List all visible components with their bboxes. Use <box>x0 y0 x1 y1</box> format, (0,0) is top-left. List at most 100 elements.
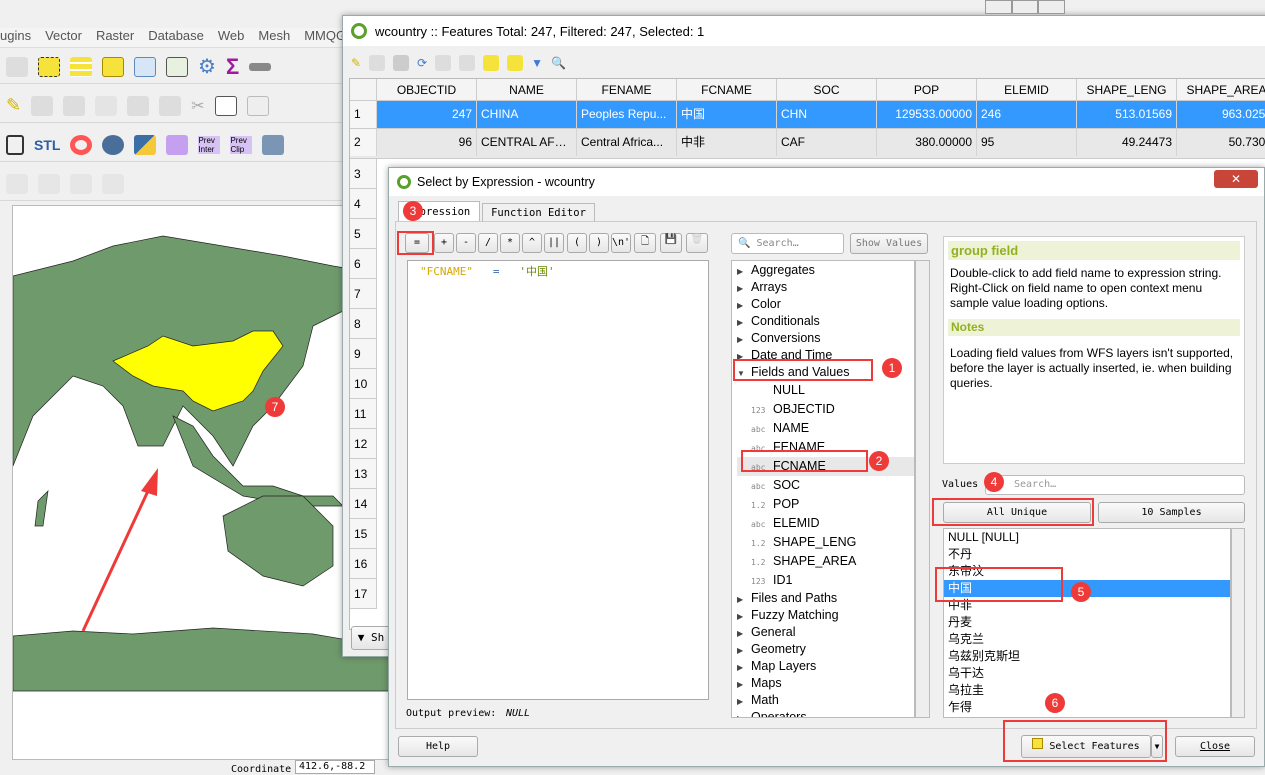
column-header[interactable]: SHAPE_AREA <box>1177 79 1265 101</box>
column-header[interactable]: ELEMID <box>977 79 1077 101</box>
row-number[interactable]: 13 <box>350 459 377 489</box>
function-group[interactable]: ▶ Conversions <box>737 330 914 347</box>
copy-icon[interactable] <box>214 95 237 116</box>
row-number[interactable]: 10 <box>350 369 377 399</box>
expand-icon[interactable]: ▶ <box>737 331 751 348</box>
close-button[interactable] <box>1038 0 1066 14</box>
statistics-icon[interactable]: Σ <box>226 54 239 80</box>
menu-raster[interactable]: Raster <box>96 28 134 43</box>
column-header[interactable]: FCNAME <box>677 79 777 101</box>
menu-mmqgis[interactable]: MMQG <box>304 28 342 43</box>
menu-web[interactable]: Web <box>218 28 245 43</box>
expand-icon[interactable]: ▶ <box>737 314 751 331</box>
row-number[interactable]: 5 <box>350 219 377 249</box>
identify-icon[interactable] <box>6 56 28 77</box>
expand-icon[interactable]: ▶ <box>737 625 751 642</box>
digitize-icon[interactable] <box>70 173 92 194</box>
function-group[interactable]: ▶ Files and Paths <box>737 590 914 607</box>
maximize-button[interactable] <box>1011 0 1039 14</box>
function-group[interactable]: ▶ Aggregates <box>737 262 914 279</box>
select-by-expression-icon[interactable] <box>70 56 92 77</box>
function-group[interactable]: ▶ Color <box>737 296 914 313</box>
value-item[interactable]: NULL [NULL] <box>944 529 1230 546</box>
digitize-icon[interactable] <box>6 173 28 194</box>
operator-button[interactable]: ) <box>589 233 609 253</box>
function-group[interactable]: ▶ Math <box>737 692 914 709</box>
column-header[interactable]: FENAME <box>577 79 677 101</box>
zoom-to-selection-icon[interactable]: 🔍 <box>551 56 566 70</box>
stl-button[interactable]: STL <box>34 137 60 153</box>
prev-inter-button[interactable]: Prev Inter <box>198 135 221 154</box>
select-all-icon[interactable] <box>507 55 524 71</box>
operator-button[interactable]: + <box>434 233 454 253</box>
expand-icon[interactable]: ▶ <box>737 591 751 608</box>
expand-icon[interactable]: ▶ <box>737 297 751 314</box>
expand-icon[interactable]: ▶ <box>737 608 751 625</box>
function-group[interactable]: ▶ General <box>737 624 914 641</box>
new-file-button[interactable]: 🗋 <box>634 233 656 253</box>
function-group[interactable]: ▶ Geometry <box>737 641 914 658</box>
row-number[interactable]: 15 <box>350 519 377 549</box>
operator-button[interactable]: ^ <box>522 233 542 253</box>
field-item[interactable]: 1.2 SHAPE_LENG <box>737 533 914 552</box>
cut-icon[interactable]: ✂ <box>191 96 204 116</box>
delete-icon[interactable] <box>159 95 182 116</box>
grid-icon[interactable] <box>6 134 24 155</box>
expand-icon[interactable]: ▶ <box>737 710 751 717</box>
column-header[interactable]: NAME <box>477 79 577 101</box>
column-header[interactable]: SOC <box>777 79 877 101</box>
field-calculator-icon[interactable] <box>166 56 188 77</box>
modify-attributes-icon[interactable] <box>127 95 150 116</box>
values-search-input[interactable]: Search… <box>985 475 1245 495</box>
digitize-icon[interactable] <box>38 173 60 194</box>
value-item[interactable]: 乌干达 <box>944 665 1230 682</box>
digitize-icon[interactable] <box>102 173 124 194</box>
operator-button[interactable]: ( <box>567 233 587 253</box>
menu-plugins[interactable]: ugins <box>0 28 31 43</box>
row-number[interactable]: 6 <box>350 249 377 279</box>
paste-icon[interactable] <box>246 95 269 116</box>
filter-icon[interactable]: ▼ <box>531 56 543 70</box>
map-canvas[interactable] <box>12 205 394 760</box>
function-group[interactable]: ▶ Arrays <box>737 279 914 296</box>
expand-icon[interactable]: ▶ <box>737 659 751 676</box>
add-feature-icon[interactable] <box>435 55 452 71</box>
row-number[interactable]: 9 <box>350 339 377 369</box>
save-edits-icon[interactable] <box>31 95 54 116</box>
field-item[interactable]: 1.2 POP <box>737 495 914 514</box>
operator-button[interactable]: / <box>478 233 498 253</box>
value-item[interactable]: 乌兹别克斯坦 <box>944 648 1230 665</box>
save-expression-button[interactable]: 💾 <box>660 233 682 253</box>
field-item[interactable]: 123 ID1 <box>737 571 914 590</box>
multi-edit-icon[interactable] <box>369 55 386 71</box>
show-values-button[interactable]: Show Values <box>850 233 928 254</box>
table-row[interactable]: 2 96 CENTRAL AFR... Central Africa... 中非… <box>350 129 1265 159</box>
field-item[interactable]: abc ELEMID <box>737 514 914 533</box>
delete-expression-button[interactable]: 🗑 <box>686 233 708 253</box>
expand-icon[interactable]: ▶ <box>737 280 751 297</box>
save-icon[interactable] <box>393 55 410 71</box>
function-group[interactable]: ▶Operators <box>737 709 914 717</box>
table-row-selected[interactable]: 1 247 CHINA Peoples Repu... 中国 CHN 12953… <box>350 101 1265 129</box>
help-button[interactable]: Help <box>398 736 478 757</box>
row-number[interactable]: 17 <box>350 579 377 609</box>
row-number[interactable]: 4 <box>350 189 377 219</box>
menu-vector[interactable]: Vector <box>45 28 82 43</box>
operator-button[interactable]: - <box>456 233 476 253</box>
ten-samples-button[interactable]: 10 Samples <box>1098 502 1245 523</box>
row-number[interactable]: 14 <box>350 489 377 519</box>
field-item[interactable]: abc NAME <box>737 419 914 438</box>
row-number[interactable]: 11 <box>350 399 377 429</box>
column-header[interactable]: SHAPE_LENG <box>1077 79 1177 101</box>
operator-button[interactable]: \n' <box>611 233 631 253</box>
expression-editor[interactable]: "FCNAME" = '中国' <box>407 260 709 700</box>
attribute-table-icon[interactable] <box>134 56 156 77</box>
select-by-expression-icon[interactable] <box>483 55 500 71</box>
row-number[interactable]: 8 <box>350 309 377 339</box>
expand-icon[interactable]: ▶ <box>737 693 751 710</box>
operator-button[interactable]: * <box>500 233 520 253</box>
print-icon[interactable] <box>262 134 285 155</box>
function-group[interactable]: ▶ Map Layers <box>737 658 914 675</box>
column-header[interactable]: POP <box>877 79 977 101</box>
toggle-editing-icon[interactable]: ✎ <box>351 56 361 70</box>
